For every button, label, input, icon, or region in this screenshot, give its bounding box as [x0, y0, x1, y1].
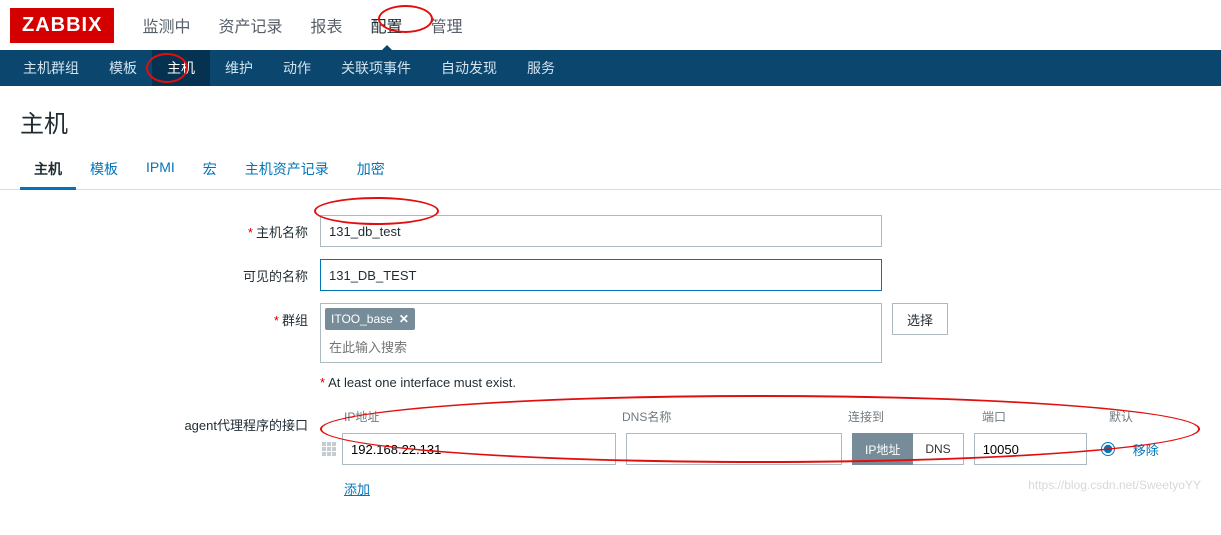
connect-to-group: IP地址 DNS — [852, 433, 964, 465]
tab-host[interactable]: 主机 — [20, 151, 76, 190]
main-nav-monitoring[interactable]: 监测中 — [128, 1, 204, 49]
group-tag[interactable]: ITOO_base ✕ — [325, 308, 415, 330]
row-agent-interface: agent代理程序的接口 IP地址 DNS名称 连接到 端口 默认 IP地址 D… — [20, 408, 1201, 498]
page-title: 主机 — [0, 86, 1221, 151]
interface-hint: *At least one interface must exist. — [320, 375, 516, 390]
sub-nav-actions[interactable]: 动作 — [268, 50, 326, 86]
sub-nav-correlation[interactable]: 关联项事件 — [326, 50, 426, 86]
groups-search-input[interactable] — [321, 334, 881, 361]
remove-interface-link[interactable]: 移除 — [1133, 440, 1159, 459]
drag-handle-icon[interactable] — [320, 442, 342, 456]
header-connect: 连接到 — [848, 408, 982, 425]
label-groups: *群组 — [20, 303, 320, 329]
row-groups: *群组 ITOO_base ✕ 选择 — [20, 303, 1201, 363]
input-visiblename[interactable] — [320, 259, 882, 291]
tab-templates[interactable]: 模板 — [76, 151, 132, 190]
header-port: 端口 — [982, 408, 1109, 425]
main-nav-administration[interactable]: 管理 — [417, 1, 477, 49]
label-hostname: *主机名称 — [20, 215, 320, 241]
row-visiblename: 可见的名称 — [20, 259, 1201, 291]
main-nav-reports[interactable]: 报表 — [296, 1, 356, 49]
connect-ip-button[interactable]: IP地址 — [852, 433, 913, 465]
main-nav-configuration[interactable]: 配置 — [357, 1, 417, 49]
watermark-text: https://blog.csdn.net/SweetyoYY — [1028, 478, 1201, 492]
connect-dns-button[interactable]: DNS — [913, 433, 963, 465]
sub-nav-services[interactable]: 服务 — [512, 50, 570, 86]
main-nav: 监测中 资产记录 报表 配置 管理 — [128, 1, 476, 49]
label-agent-interface: agent代理程序的接口 — [20, 408, 320, 434]
header-default: 默认 — [1109, 408, 1133, 425]
interface-row: IP地址 DNS 移除 — [320, 433, 1159, 465]
label-visiblename: 可见的名称 — [20, 259, 320, 285]
header-ip: IP地址 — [344, 408, 622, 425]
input-interface-port[interactable] — [974, 433, 1087, 465]
sub-nav-templates[interactable]: 模板 — [94, 50, 152, 86]
logo[interactable]: ZABBIX — [10, 8, 114, 43]
interface-headers: IP地址 DNS名称 连接到 端口 默认 — [344, 408, 1133, 425]
sub-nav-discovery[interactable]: 自动发现 — [426, 50, 512, 86]
input-interface-dns[interactable] — [626, 433, 842, 465]
tab-macros[interactable]: 宏 — [189, 151, 231, 190]
row-hostname: *主机名称 — [20, 215, 1201, 247]
group-tag-label: ITOO_base — [331, 312, 393, 326]
host-tabs: 主机 模板 IPMI 宏 主机资产记录 加密 — [0, 151, 1221, 190]
header-dns: DNS名称 — [622, 408, 848, 425]
sub-nav-hostgroups[interactable]: 主机群组 — [8, 50, 94, 86]
input-interface-ip[interactable] — [342, 433, 616, 465]
row-interface-hint: *At least one interface must exist. — [20, 375, 1201, 390]
sub-nav: 主机群组 模板 主机 维护 动作 关联项事件 自动发现 服务 — [0, 50, 1221, 86]
tab-ipmi[interactable]: IPMI — [132, 151, 189, 190]
groups-multiselect[interactable]: ITOO_base ✕ — [320, 303, 882, 363]
tab-inventory[interactable]: 主机资产记录 — [231, 151, 343, 190]
add-interface-link[interactable]: 添加 — [344, 479, 370, 498]
input-hostname[interactable] — [320, 215, 882, 247]
top-header: ZABBIX 监测中 资产记录 报表 配置 管理 — [0, 0, 1221, 50]
radio-default-interface[interactable] — [1101, 442, 1115, 456]
sub-nav-hosts[interactable]: 主机 — [152, 50, 210, 86]
tab-encryption[interactable]: 加密 — [343, 151, 399, 190]
main-nav-inventory[interactable]: 资产记录 — [204, 1, 296, 49]
sub-nav-maintenance[interactable]: 维护 — [210, 50, 268, 86]
group-tag-remove-icon[interactable]: ✕ — [399, 312, 409, 326]
groups-select-button[interactable]: 选择 — [892, 303, 948, 335]
